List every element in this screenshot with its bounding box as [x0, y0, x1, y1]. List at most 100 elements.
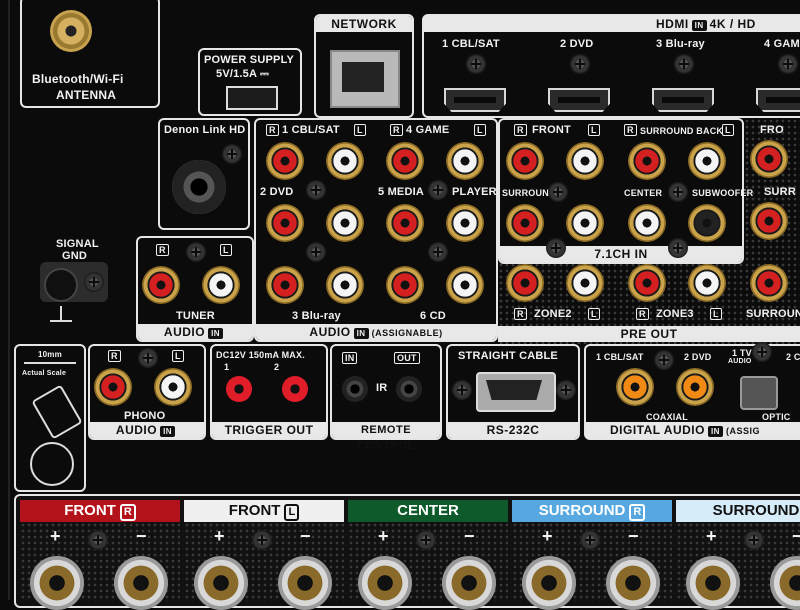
- speaker-plus-terminal[interactable]: [194, 556, 248, 610]
- rs232c-panel: STRAIGHT CABLE RS-232C: [446, 344, 580, 440]
- zone2-label: ZONE2: [534, 308, 572, 320]
- audio-jack[interactable]: [446, 266, 484, 304]
- screw-icon: [306, 242, 326, 262]
- speaker-minus-terminal[interactable]: [278, 556, 332, 610]
- edge-fro-label: FRO: [760, 124, 784, 136]
- speaker-channel-header: FRONT L: [184, 500, 344, 522]
- minus-icon: −: [300, 526, 311, 546]
- pre-out-jack[interactable]: [750, 140, 788, 178]
- ground-knob-icon: [44, 268, 78, 302]
- screw-icon: [428, 180, 448, 200]
- trigger-out-1-jack[interactable]: [226, 376, 252, 402]
- optical-port[interactable]: [740, 376, 778, 410]
- speaker-minus-terminal[interactable]: [114, 556, 168, 610]
- trigger-out-2-jack[interactable]: [282, 376, 308, 402]
- speaker-channel-name: FRONT: [228, 502, 281, 519]
- phono-l-jack[interactable]: [154, 368, 192, 406]
- pre-in-jack[interactable]: [566, 142, 604, 180]
- subwoofer-label: SUBWOOFER: [692, 188, 754, 198]
- tuner-l-jack[interactable]: [202, 266, 240, 304]
- pre-in-jack[interactable]: [628, 142, 666, 180]
- antenna-connector-icon[interactable]: [50, 10, 92, 52]
- hdmi-port-2[interactable]: [548, 88, 610, 112]
- coaxial-2-jack[interactable]: [676, 368, 714, 406]
- ground-symbol-icon: [60, 306, 62, 320]
- pre-out-jack[interactable]: [750, 264, 788, 302]
- hdmi-port-1[interactable]: [444, 88, 506, 112]
- hdmi-port-4[interactable]: [756, 88, 800, 112]
- audio-jack[interactable]: [326, 266, 364, 304]
- rs232c-port[interactable]: [476, 372, 556, 412]
- pre-in-jack[interactable]: [506, 204, 544, 242]
- tuner-r-jack[interactable]: [142, 266, 180, 304]
- screw-icon: [556, 380, 576, 400]
- audio-jack[interactable]: [386, 142, 424, 180]
- digital-tv-label: 1 TV: [732, 348, 752, 358]
- pre-out-strip: PRE OUT: [498, 326, 800, 342]
- hdmi-in-4-label: 4 GAM: [764, 38, 800, 50]
- pre-in-jack[interactable]: [688, 142, 726, 180]
- phono-label: PHONO: [124, 410, 166, 422]
- speaker-plus-terminal[interactable]: [358, 556, 412, 610]
- audio-jack[interactable]: [386, 204, 424, 242]
- instruction-scale: Actual Scale: [22, 370, 67, 377]
- speaker-plus-terminal[interactable]: [686, 556, 740, 610]
- hdmi-suffix: 4K / HD: [709, 17, 756, 31]
- remote-in-label: IN: [342, 352, 358, 364]
- speaker-plus-terminal[interactable]: [522, 556, 576, 610]
- pre-in-jack[interactable]: [566, 204, 604, 242]
- screw-icon: [416, 530, 436, 550]
- pre-in-jack[interactable]: [506, 142, 544, 180]
- digital-audio-section: DIGITAL AUDIO: [610, 423, 705, 437]
- zone2-jack[interactable]: [566, 264, 604, 302]
- digital-in-2-label: 2 DVD: [684, 352, 712, 362]
- audio-jack[interactable]: [446, 204, 484, 242]
- audio-jack[interactable]: [326, 204, 364, 242]
- plus-icon: +: [50, 526, 61, 546]
- audio-jack[interactable]: [386, 266, 424, 304]
- phono-r-label: R: [108, 350, 121, 362]
- audio-jack[interactable]: [266, 142, 304, 180]
- remote-control-label: REMOTE CONTROL: [357, 424, 415, 452]
- audio-jack[interactable]: [266, 266, 304, 304]
- audio-jack[interactable]: [446, 142, 484, 180]
- speaker-plus-terminal[interactable]: [30, 556, 84, 610]
- ir-out-jack[interactable]: [396, 376, 422, 402]
- usb-port[interactable]: [226, 86, 278, 110]
- coaxial-label: COAXIAL: [646, 412, 688, 422]
- hdmi-in-2-label: 2 DVD: [560, 38, 594, 50]
- phono-r-jack[interactable]: [94, 368, 132, 406]
- zone3-jack[interactable]: [628, 264, 666, 302]
- audio-jack[interactable]: [326, 142, 364, 180]
- screw-icon: [546, 238, 566, 258]
- speaker-minus-terminal[interactable]: [606, 556, 660, 610]
- tuner-section-strip: AUDIO IN: [138, 324, 252, 340]
- ir-in-jack[interactable]: [342, 376, 368, 402]
- pre-in-jack[interactable]: [628, 204, 666, 242]
- plus-icon: +: [214, 526, 225, 546]
- minus-icon: −: [136, 526, 147, 546]
- trigger-out-panel: DC12V 150mA MAX. 1 2 TRIGGER OUT: [210, 344, 328, 440]
- coaxial-1-jack[interactable]: [616, 368, 654, 406]
- pre-out-jack[interactable]: [750, 202, 788, 240]
- speaker-minus-terminal[interactable]: [442, 556, 496, 610]
- phono-section-strip: AUDIO IN: [90, 422, 204, 438]
- speaker-channel-side: R: [629, 504, 646, 521]
- zone2-jack[interactable]: [506, 264, 544, 302]
- screw-icon: [580, 530, 600, 550]
- tuner-section: AUDIO: [163, 325, 206, 339]
- screw-icon: [252, 530, 272, 550]
- subwoofer-jack[interactable]: [688, 204, 726, 242]
- instruction-size: 10mm: [38, 350, 62, 359]
- ethernet-port[interactable]: [330, 50, 400, 108]
- hdmi-panel: HDMI IN 4K / HD 1 CBL/SAT 2 DVD 3 Blu-ray …: [422, 14, 800, 118]
- wire-insert-icon: [31, 384, 83, 440]
- hdmi-port-3[interactable]: [652, 88, 714, 112]
- screw-icon: [466, 54, 486, 74]
- denon-link-jack[interactable]: [172, 160, 226, 214]
- audio-jack[interactable]: [266, 204, 304, 242]
- signal-gnd-label-1: SIGNAL: [56, 238, 99, 250]
- center-label: CENTER: [624, 188, 663, 198]
- screw-icon: [570, 54, 590, 74]
- zone3-jack[interactable]: [688, 264, 726, 302]
